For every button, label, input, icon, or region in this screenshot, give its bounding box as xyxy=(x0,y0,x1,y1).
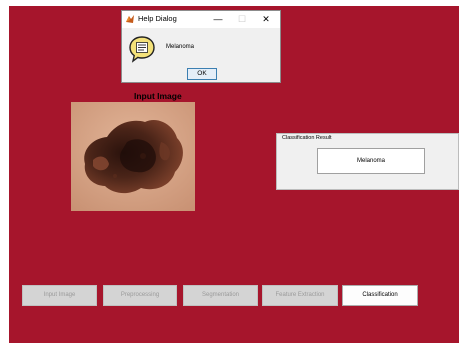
dialog-titlebar: Help Dialog — ☐ ✕ xyxy=(122,11,280,28)
input-image-button[interactable]: Input Image xyxy=(22,285,97,306)
preprocessing-button[interactable]: Preprocessing xyxy=(103,285,177,306)
ok-button[interactable]: OK xyxy=(187,68,217,80)
matlab-icon xyxy=(126,15,134,23)
skin-lesion-image xyxy=(71,102,195,211)
input-image-title: Input Image xyxy=(134,91,182,101)
maximize-button[interactable]: ☐ xyxy=(231,12,253,26)
classification-result-panel: Classification Result Melanoma xyxy=(276,133,459,190)
classification-result-label: Classification Result xyxy=(282,135,332,141)
segmentation-button[interactable]: Segmentation xyxy=(183,285,258,306)
help-dialog: Help Dialog — ☐ ✕ Melanoma OK xyxy=(121,10,281,83)
help-speech-bubble-icon xyxy=(129,36,155,63)
lesion-picture xyxy=(71,102,195,211)
close-button[interactable]: ✕ xyxy=(255,12,277,26)
dialog-title: Help Dialog xyxy=(138,14,177,23)
classification-result-value: Melanoma xyxy=(317,148,425,174)
dialog-message: Melanoma xyxy=(166,44,195,50)
feature-extraction-button[interactable]: Feature Extraction xyxy=(262,285,338,306)
classification-button[interactable]: Classification xyxy=(342,285,418,306)
minimize-button[interactable]: — xyxy=(207,12,229,26)
